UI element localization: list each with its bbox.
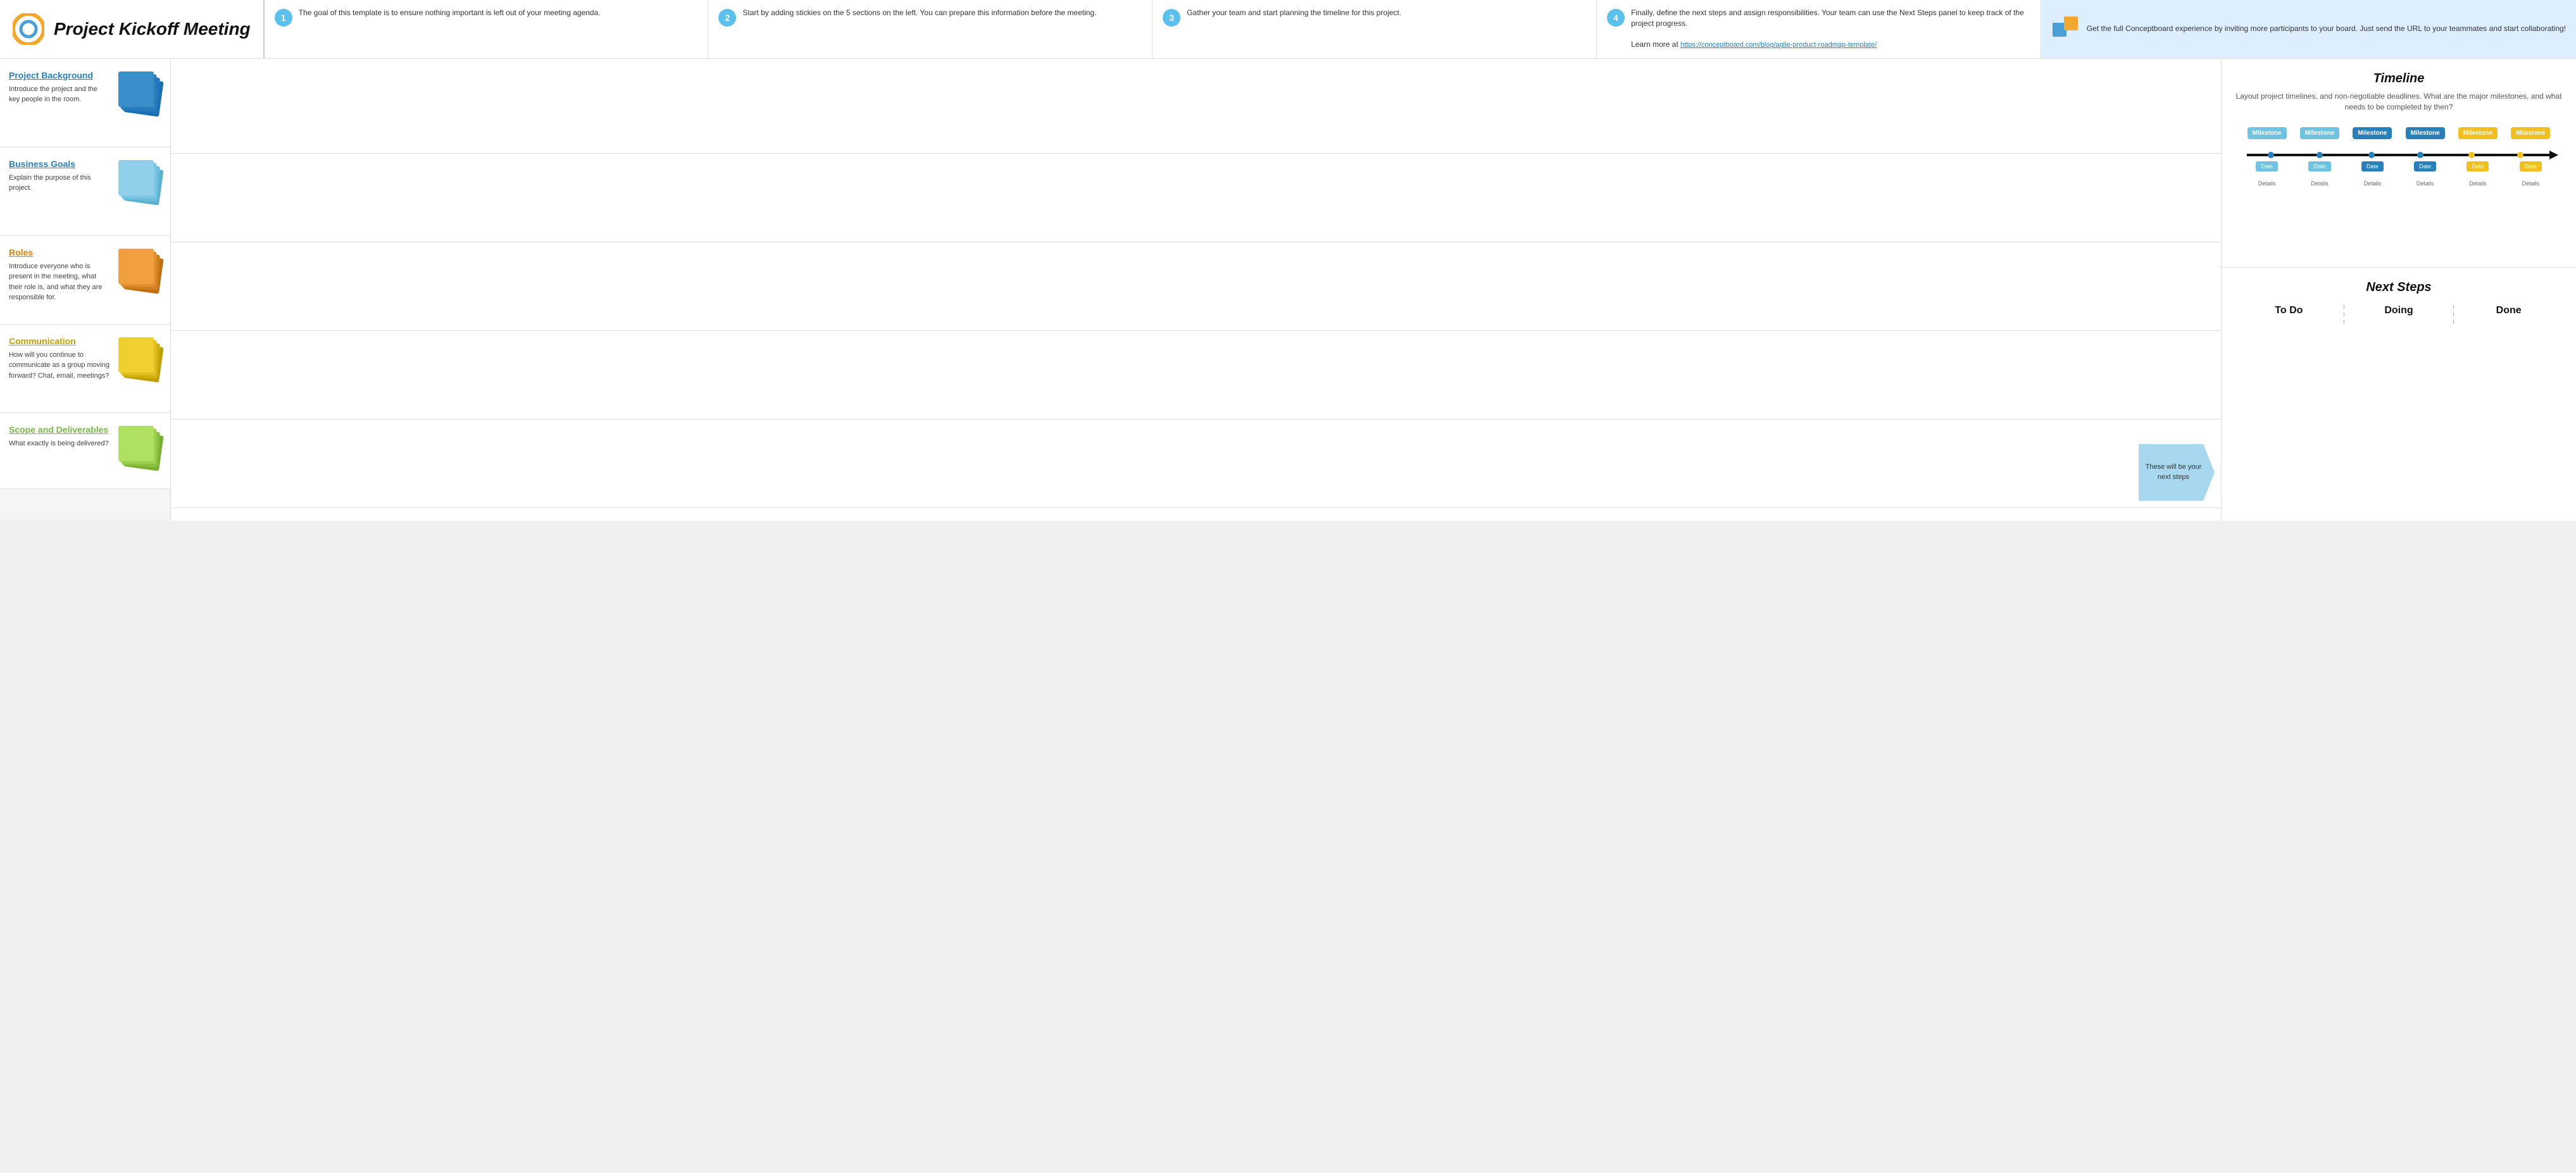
- center-row-3: [171, 242, 2221, 331]
- cta-icon: [2051, 15, 2079, 43]
- next-steps-col-done: Done: [2454, 305, 2563, 324]
- timeline-title: Timeline: [2234, 71, 2563, 86]
- next-steps-columns: To Do Doing Done: [2234, 305, 2563, 324]
- sidebar-text-communication: Communication How will you continue to c…: [9, 336, 109, 382]
- sidebar-desc-business-goals: Explain the purpose of this project.: [9, 173, 109, 194]
- next-steps-section: Next Steps To Do Doing Done: [2222, 268, 2576, 521]
- header: Project Kickoff Meeting 1 The goal of th…: [0, 0, 2576, 59]
- center-row-5: These will be your next steps: [171, 419, 2221, 508]
- milestone-dot-1: [2268, 152, 2274, 158]
- date-5: Date: [2467, 161, 2489, 171]
- col-title-doing: Doing: [2344, 305, 2454, 316]
- sidebar-text-scope-deliverables: Scope and Deliverables What exactly is b…: [9, 425, 109, 449]
- date-3: Date: [2361, 161, 2384, 171]
- header-cta: Get the full Conceptboard experience by …: [2041, 0, 2576, 58]
- timeline-container: Milestone Milestone Milestone Milestone …: [2241, 127, 2557, 187]
- sidebar-desc-project-background: Introduce the project and the key people…: [9, 84, 109, 105]
- step-number-4: 4: [1607, 9, 1625, 27]
- date-6: Date: [2520, 161, 2542, 171]
- sidebar-section-business-goals: Business Goals Explain the purpose of th…: [0, 147, 170, 236]
- sidebar-section-scope-deliverables: Scope and Deliverables What exactly is b…: [0, 413, 170, 489]
- next-steps-col-doing: Doing: [2344, 305, 2454, 324]
- logo-area: Project Kickoff Meeting: [0, 0, 265, 58]
- milestone-dot-3: [2368, 152, 2375, 158]
- step-text-4: Finally, define the next steps and assig…: [1631, 8, 2030, 51]
- step-text-1: The goal of this template is to ensure n…: [299, 8, 601, 18]
- step-number-1: 1: [275, 9, 292, 27]
- timeline-arrow: [2549, 151, 2558, 159]
- timeline-dates: Date Date Date Date Date Date: [2241, 161, 2557, 171]
- sidebar-text-roles: Roles Introduce everyone who is present …: [9, 247, 109, 303]
- milestone-dot-6: [2517, 152, 2523, 158]
- right-area: Timeline Layout project timelines, and n…: [2222, 59, 2576, 521]
- step-number-2: 2: [718, 9, 736, 27]
- cta-text: Get the full Conceptboard experience by …: [2087, 23, 2566, 34]
- details-1: Details: [2258, 180, 2276, 187]
- details-6: Details: [2522, 180, 2540, 187]
- center-row-1: [171, 59, 2221, 154]
- page-title: Project Kickoff Meeting: [54, 19, 251, 39]
- sidebar-desc-scope-deliverables: What exactly is being delivered?: [9, 438, 109, 449]
- date-4: Date: [2414, 161, 2436, 171]
- sidebar-desc-communication: How will you continue to communicate as …: [9, 350, 109, 382]
- stacked-notes-business-goals: [117, 159, 161, 203]
- center-row-4: [171, 331, 2221, 419]
- step-2: 2 Start by adding stickies on the 5 sect…: [708, 0, 1153, 58]
- next-steps-chevron: These will be your next steps: [2139, 444, 2215, 501]
- date-1: Date: [2256, 161, 2278, 171]
- milestone-5-label: Milestone: [2458, 127, 2498, 139]
- step-text-2: Start by adding stickies on the 5 sectio…: [742, 8, 1096, 18]
- logo-icon: [13, 13, 44, 45]
- left-sidebar: Project Background Introduce the project…: [0, 59, 171, 521]
- sidebar-title-project-background: Project Background: [9, 70, 109, 80]
- step-number-3: 3: [1163, 9, 1180, 27]
- milestone-dot-2: [2317, 152, 2323, 158]
- stacked-notes-scope-deliverables: [117, 425, 161, 469]
- sidebar-title-scope-deliverables: Scope and Deliverables: [9, 425, 109, 435]
- step-text-3: Gather your team and start planning the …: [1187, 8, 1401, 18]
- sidebar-title-communication: Communication: [9, 336, 109, 346]
- stacked-notes-project-background: [117, 70, 161, 115]
- next-steps-title: Next Steps: [2234, 280, 2563, 295]
- next-steps-col-todo: To Do: [2234, 305, 2344, 324]
- center-row-2: [171, 154, 2221, 242]
- details-5: Details: [2469, 180, 2487, 187]
- sidebar-text-business-goals: Business Goals Explain the purpose of th…: [9, 159, 109, 194]
- step-1: 1 The goal of this template is to ensure…: [265, 0, 709, 58]
- timeline-section: Timeline Layout project timelines, and n…: [2222, 59, 2576, 268]
- main-content: Project Background Introduce the project…: [0, 59, 2576, 521]
- center-area: These will be your next steps: [171, 59, 2222, 521]
- timeline-subtitle: Layout project timelines, and non-negoti…: [2234, 91, 2563, 113]
- header-steps: 1 The goal of this template is to ensure…: [265, 0, 2041, 58]
- milestone-dot-5: [2468, 152, 2475, 158]
- col-title-todo: To Do: [2234, 305, 2344, 316]
- sidebar-section-project-background: Project Background Introduce the project…: [0, 59, 170, 147]
- date-2: Date: [2308, 161, 2330, 171]
- details-2: Details: [2311, 180, 2329, 187]
- milestone-6-label: Milestone: [2511, 127, 2550, 139]
- chevron-text: These will be your next steps: [2145, 462, 2202, 482]
- sidebar-section-roles: Roles Introduce everyone who is present …: [0, 236, 170, 325]
- sidebar-title-business-goals: Business Goals: [9, 159, 109, 169]
- milestone-dot-4: [2417, 152, 2423, 158]
- col-title-done: Done: [2454, 305, 2563, 316]
- stacked-notes-communication: [117, 336, 161, 380]
- sidebar-text-project-background: Project Background Introduce the project…: [9, 70, 109, 105]
- details-3: Details: [2364, 180, 2382, 187]
- step-3: 3 Gather your team and start planning th…: [1153, 0, 1597, 58]
- sidebar-title-roles: Roles: [9, 247, 109, 258]
- sidebar-desc-roles: Introduce everyone who is present in the…: [9, 261, 109, 303]
- milestone-4-label: Milestone: [2406, 127, 2445, 139]
- milestone-2-label: Milestone: [2300, 127, 2339, 139]
- step-4: 4 Finally, define the next steps and ass…: [1597, 0, 2041, 58]
- details-4: Details: [2417, 180, 2434, 187]
- milestone-3-label: Milestone: [2353, 127, 2392, 139]
- stacked-notes-roles: [117, 247, 161, 292]
- timeline-details: Details Details Details Details Details …: [2241, 180, 2557, 187]
- sidebar-section-communication: Communication How will you continue to c…: [0, 325, 170, 413]
- timeline-line: [2247, 154, 2551, 156]
- learn-more-link[interactable]: https://conceptboard.com/blog/agile-prod…: [1680, 41, 1877, 49]
- milestone-1-label: Milestone: [2248, 127, 2287, 139]
